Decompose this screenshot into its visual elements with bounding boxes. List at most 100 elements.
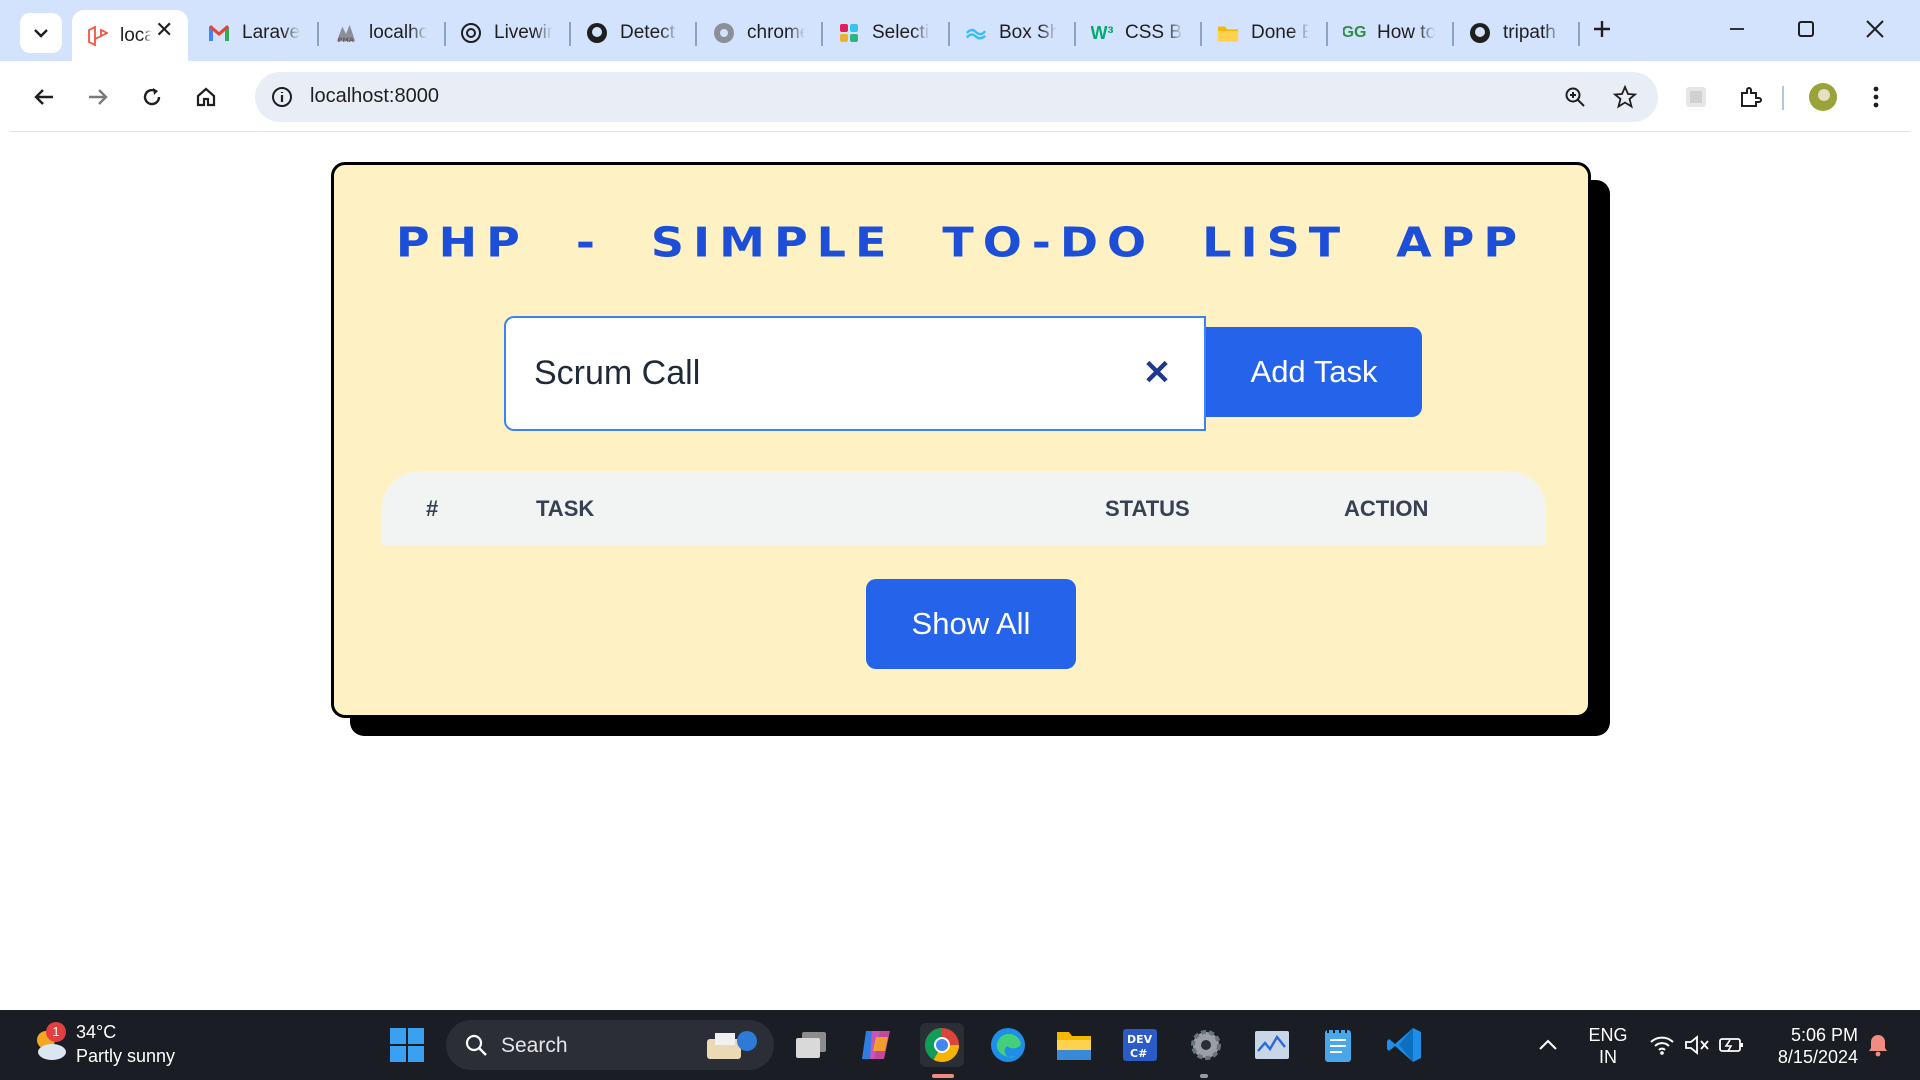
tab-label: Livewire xyxy=(494,22,552,43)
tab-label: localhost xyxy=(369,22,427,43)
close-window-button[interactable] xyxy=(1860,14,1890,44)
geeksforgeeks-icon: GG xyxy=(1343,24,1367,41)
zoom-icon[interactable] xyxy=(1560,82,1590,112)
tab-separator xyxy=(1326,22,1328,46)
vscode-button[interactable] xyxy=(1382,1023,1426,1067)
profile-avatar[interactable] xyxy=(1803,77,1843,117)
tab-detect[interactable]: Detect xyxy=(586,12,686,54)
tab-laravel[interactable]: Laravel xyxy=(208,12,308,54)
tab-label: How to xyxy=(1377,22,1435,43)
tailwind-icon xyxy=(965,22,987,44)
show-hidden-icons-button[interactable] xyxy=(1526,1023,1570,1067)
tab-separator xyxy=(1578,22,1580,46)
chrome-icon xyxy=(925,1028,959,1062)
task-manager-icon xyxy=(1255,1031,1289,1059)
svg-text:C#: C# xyxy=(1130,1047,1147,1060)
tab-search-button[interactable] xyxy=(20,13,62,53)
svg-text:PMA: PMA xyxy=(338,36,354,44)
battery-button[interactable] xyxy=(1710,1023,1754,1067)
address-bar[interactable]: localhost:8000 xyxy=(255,72,1658,122)
wifi-icon xyxy=(1650,1036,1674,1055)
task-input-container: ✕ xyxy=(504,316,1206,431)
browser-tab-bar: localhost ✕ Laravel PMA localhost Livewi… xyxy=(0,0,1920,61)
site-info-icon[interactable] xyxy=(267,82,297,112)
settings-button[interactable] xyxy=(1184,1023,1228,1067)
devhome-button[interactable]: DEV C# xyxy=(1118,1023,1162,1067)
start-button[interactable] xyxy=(385,1023,429,1067)
notifications-button[interactable] xyxy=(1856,1023,1900,1067)
tab-chrome[interactable]: chrome xyxy=(713,12,813,54)
avatar-icon xyxy=(1809,83,1837,111)
task-input[interactable] xyxy=(534,318,1114,429)
language-indicator[interactable]: ENG IN xyxy=(1585,1024,1631,1068)
url-text: localhost:8000 xyxy=(310,85,439,107)
tab-done[interactable]: Done E xyxy=(1217,12,1317,54)
more-vert-icon xyxy=(1873,86,1879,108)
file-explorer-button[interactable] xyxy=(1052,1023,1096,1067)
tab-separator xyxy=(821,22,823,46)
page-viewport: PHP - SIMPLE TO-DO LIST APP ✕ Add Task #… xyxy=(10,132,1910,998)
tab-box-shadow[interactable]: Box Shadow xyxy=(965,12,1065,54)
tab-tripath[interactable]: tripath xyxy=(1469,12,1569,54)
tab-label: CSS Box xyxy=(1125,22,1183,43)
gear-icon xyxy=(1191,1030,1221,1060)
volume-muted-icon xyxy=(1685,1035,1709,1055)
back-button[interactable] xyxy=(24,77,64,117)
minimize-button[interactable] xyxy=(1722,14,1752,44)
task-manager-button[interactable] xyxy=(1250,1023,1294,1067)
globe-icon xyxy=(713,22,735,44)
tab-localhost-pma[interactable]: PMA localhost xyxy=(335,12,435,54)
tab-selection[interactable]: Selection xyxy=(838,12,938,54)
forward-button[interactable] xyxy=(78,77,118,117)
reload-icon xyxy=(143,88,161,106)
home-icon xyxy=(196,87,216,107)
tab-separator xyxy=(1452,22,1454,46)
extension-button[interactable] xyxy=(1676,77,1716,117)
taskbar-search[interactable]: Search xyxy=(446,1020,774,1070)
slack-icon xyxy=(838,22,860,44)
plus-icon xyxy=(1594,21,1610,37)
show-all-button[interactable]: Show All xyxy=(866,579,1076,669)
maximize-button[interactable] xyxy=(1791,14,1821,44)
chrome-button[interactable] xyxy=(920,1023,964,1067)
tab-label: chrome xyxy=(747,22,805,43)
new-tab-button[interactable] xyxy=(1587,14,1617,44)
copilot-button[interactable] xyxy=(854,1023,898,1067)
tab-css-box[interactable]: W³ CSS Box xyxy=(1091,12,1191,54)
tab-how-to[interactable]: GG How to xyxy=(1343,12,1443,54)
weather-widget[interactable]: 1 34°C Partly sunny xyxy=(28,1020,208,1070)
task-view-button[interactable] xyxy=(789,1023,833,1067)
app-title: PHP - SIMPLE TO-DO LIST APP xyxy=(395,217,1527,267)
running-indicator xyxy=(1200,1074,1208,1078)
region-code: IN xyxy=(1599,1047,1617,1067)
header-task: TASK xyxy=(536,496,595,521)
notepad-button[interactable] xyxy=(1316,1023,1360,1067)
clear-input-icon[interactable]: ✕ xyxy=(1140,356,1174,390)
extensions-button[interactable] xyxy=(1730,77,1770,117)
browser-toolbar: localhost:8000 xyxy=(10,61,1910,132)
search-icon xyxy=(465,1034,487,1056)
chevron-up-icon xyxy=(1539,1039,1557,1050)
reload-button[interactable] xyxy=(132,77,172,117)
bookmark-star-icon[interactable] xyxy=(1610,82,1640,112)
home-button[interactable] xyxy=(186,77,226,117)
clock[interactable]: 5:06 PM 8/15/2024 xyxy=(1762,1024,1858,1068)
windows-taskbar: 1 34°C Partly sunny Search DEV C# ENG IN… xyxy=(0,1010,1920,1080)
todo-card: PHP - SIMPLE TO-DO LIST APP ✕ Add Task #… xyxy=(331,162,1591,718)
tab-separator xyxy=(948,22,950,46)
add-task-button[interactable]: Add Task xyxy=(1206,327,1422,417)
clock-time: 5:06 PM xyxy=(1790,1025,1858,1045)
tab-livewire[interactable]: Livewire xyxy=(460,12,560,54)
weather-condition: Partly sunny xyxy=(76,1046,176,1066)
tab-separator xyxy=(1074,22,1076,46)
browser-menu-button[interactable] xyxy=(1856,77,1896,117)
extension-grid-icon xyxy=(1686,87,1706,107)
edge-button[interactable] xyxy=(986,1023,1030,1067)
puzzle-icon xyxy=(1741,87,1762,107)
arrow-left-icon xyxy=(34,89,53,105)
tab-separator xyxy=(317,22,319,46)
bell-icon xyxy=(1869,1035,1887,1057)
laravel-icon xyxy=(86,25,108,47)
tab-close-icon[interactable]: ✕ xyxy=(155,17,173,43)
battery-charging-icon xyxy=(1719,1038,1743,1052)
